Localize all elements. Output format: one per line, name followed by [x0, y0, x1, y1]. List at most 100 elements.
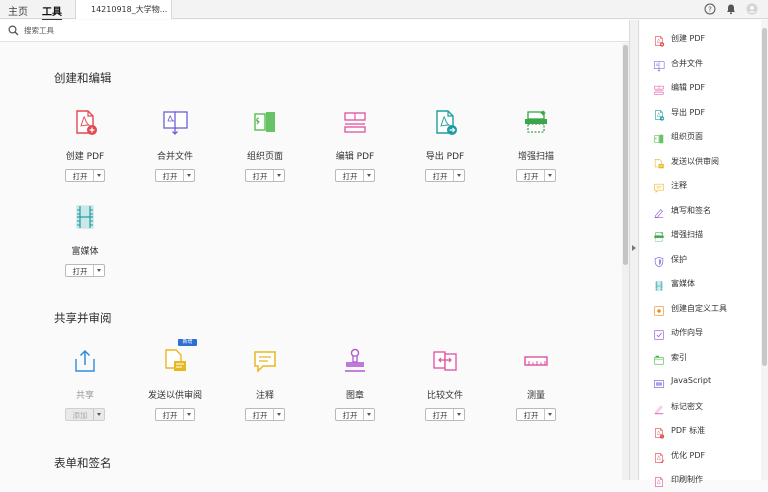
panel-item-optimize-pdf[interactable]: 优化 PDF — [653, 448, 761, 463]
open-button[interactable]: 打开 — [516, 408, 556, 421]
top-bar: 主页 工具 14210918_大学物... ? — [0, 0, 768, 21]
open-button[interactable]: 打开 — [65, 169, 105, 182]
create-pdf-icon[interactable] — [71, 108, 99, 136]
panel-item-rich-media[interactable]: 富媒体 — [653, 276, 761, 292]
open-button[interactable]: 打开 — [425, 169, 465, 182]
document-tab[interactable]: 14210918_大学物... — [75, 0, 172, 19]
open-button[interactable]: 打开 — [155, 408, 195, 421]
help-icon[interactable]: ? — [704, 3, 716, 15]
user-avatar-icon[interactable] — [746, 3, 758, 15]
comment-icon[interactable] — [251, 347, 279, 375]
dropdown-caret-icon[interactable] — [363, 409, 374, 420]
panel-item-label: 标记密文 — [671, 401, 703, 411]
open-button[interactable]: 打开 — [335, 408, 375, 421]
panel-divider[interactable] — [629, 20, 639, 480]
panel-item-label: 填写和签名 — [671, 205, 711, 215]
panel-item-send-for-review[interactable]: 发送以供审阅 — [653, 154, 761, 168]
panel-item-enhance-scan[interactable]: 增强扫描 — [653, 227, 761, 242]
panel-item-action-wizard[interactable]: 动作向导 — [653, 325, 761, 340]
print-production-icon — [653, 473, 665, 488]
notification-bell-icon[interactable] — [725, 3, 737, 15]
panel-item-custom-tool[interactable]: 创建自定义工具 — [653, 301, 761, 316]
open-button[interactable]: 打开 — [335, 169, 375, 182]
panel-item-index[interactable]: 索引 — [653, 350, 761, 365]
panel-item-label: 保护 — [671, 254, 687, 264]
button-label: 打开 — [252, 172, 268, 181]
dropdown-caret-icon[interactable] — [453, 170, 464, 181]
panel-item-label: 富媒体 — [671, 279, 695, 288]
dropdown-caret-icon[interactable] — [93, 170, 104, 181]
edit-pdf-icon[interactable] — [341, 108, 369, 136]
panel-item-export-pdf[interactable]: 导出 PDF — [653, 105, 761, 121]
open-button[interactable]: 打开 — [245, 169, 285, 182]
nav-home[interactable]: 主页 — [8, 3, 28, 18]
main-scrollbar-thumb[interactable] — [623, 45, 628, 265]
button-label: 打开 — [432, 411, 448, 420]
search-input[interactable]: 搜索工具 — [24, 25, 54, 36]
panel-item-print-production[interactable]: 印刷制作 — [653, 472, 761, 488]
panel-item-javascript[interactable]: JavaScript — [653, 374, 761, 388]
right-panel-scrollbar-thumb[interactable] — [762, 28, 767, 366]
comment-icon — [653, 179, 665, 194]
dropdown-caret-icon[interactable] — [273, 409, 284, 420]
panel-item-fill-sign[interactable]: 填写和签名 — [653, 203, 761, 218]
right-panel-scrollbar[interactable] — [761, 20, 768, 480]
open-button[interactable]: 打开 — [425, 408, 465, 421]
organize-pages-icon[interactable] — [251, 108, 279, 136]
panel-item-label: 合并文件 — [671, 58, 703, 68]
open-button[interactable]: 打开 — [65, 264, 105, 277]
collapse-arrow-icon[interactable] — [632, 245, 636, 251]
redact-icon — [653, 400, 665, 414]
export-pdf-icon[interactable] — [431, 108, 459, 136]
share-icon[interactable] — [71, 347, 99, 375]
tool-label: 图章 — [345, 391, 364, 401]
svg-text:?: ? — [708, 6, 712, 14]
open-button[interactable]: 打开 — [245, 408, 285, 421]
dropdown-caret-icon[interactable] — [93, 409, 104, 420]
panel-item-comment[interactable]: 注释 — [653, 178, 761, 194]
dropdown-caret-icon[interactable] — [544, 170, 555, 181]
combine-files-icon[interactable] — [161, 108, 189, 136]
rich-media-icon[interactable] — [71, 203, 99, 231]
add-button[interactable]: 添加 — [65, 408, 105, 421]
new-badge: 新增 — [178, 339, 197, 346]
panel-item-label: 动作向导 — [671, 328, 703, 337]
tool-label: 比较文件 — [426, 391, 463, 401]
main-scrollbar[interactable] — [622, 43, 629, 480]
panel-item-create-pdf[interactable]: 创建 PDF — [653, 31, 761, 47]
compare-files-icon[interactable] — [431, 347, 459, 375]
panel-item-pdf-standards[interactable]: PDF 标准 — [653, 423, 761, 439]
right-tool-panel: 创建 PDF 合并文件编辑 PDF 导出 PDF 组织页面发送以供审阅 注释填写和签名增… — [640, 20, 761, 488]
create-pdf-icon — [653, 32, 665, 47]
send-for-review-icon — [653, 155, 665, 168]
measure-icon[interactable] — [522, 347, 550, 375]
panel-item-label: 优化 PDF — [671, 450, 706, 460]
panel-item-edit-pdf[interactable]: 编辑 PDF — [653, 80, 761, 95]
panel-item-label: 创建 PDF — [671, 34, 706, 43]
dropdown-caret-icon[interactable] — [93, 265, 104, 276]
panel-item-organize-pages[interactable]: 组织页面 — [653, 129, 761, 144]
panel-item-redact[interactable]: 标记密文 — [653, 399, 761, 414]
stamp-icon[interactable] — [341, 347, 369, 375]
tool-label: 组织页面 — [246, 152, 283, 162]
button-label: 打开 — [432, 172, 448, 181]
dropdown-caret-icon[interactable] — [453, 409, 464, 420]
panel-item-combine-files[interactable]: 合并文件 — [653, 56, 761, 72]
open-button[interactable]: 打开 — [516, 169, 556, 182]
dropdown-caret-icon[interactable] — [363, 170, 374, 181]
search-bar[interactable]: 搜索工具 — [0, 20, 629, 42]
send-for-review-icon[interactable] — [161, 347, 189, 375]
nav-tools[interactable]: 工具 — [42, 3, 62, 21]
tool-label: 富媒体 — [71, 247, 99, 257]
panel-item-label: JavaScript — [671, 376, 712, 385]
panel-item-protect[interactable]: 保护 — [653, 252, 761, 267]
button-label: 打开 — [252, 411, 268, 420]
tool-label: 测量 — [526, 391, 545, 401]
dropdown-caret-icon[interactable] — [544, 409, 555, 420]
enhance-scan-icon[interactable] — [522, 108, 550, 136]
dropdown-caret-icon[interactable] — [183, 170, 194, 181]
dropdown-caret-icon[interactable] — [183, 409, 194, 420]
dropdown-caret-icon[interactable] — [273, 170, 284, 181]
button-label: 打开 — [162, 411, 178, 420]
open-button[interactable]: 打开 — [155, 169, 195, 182]
